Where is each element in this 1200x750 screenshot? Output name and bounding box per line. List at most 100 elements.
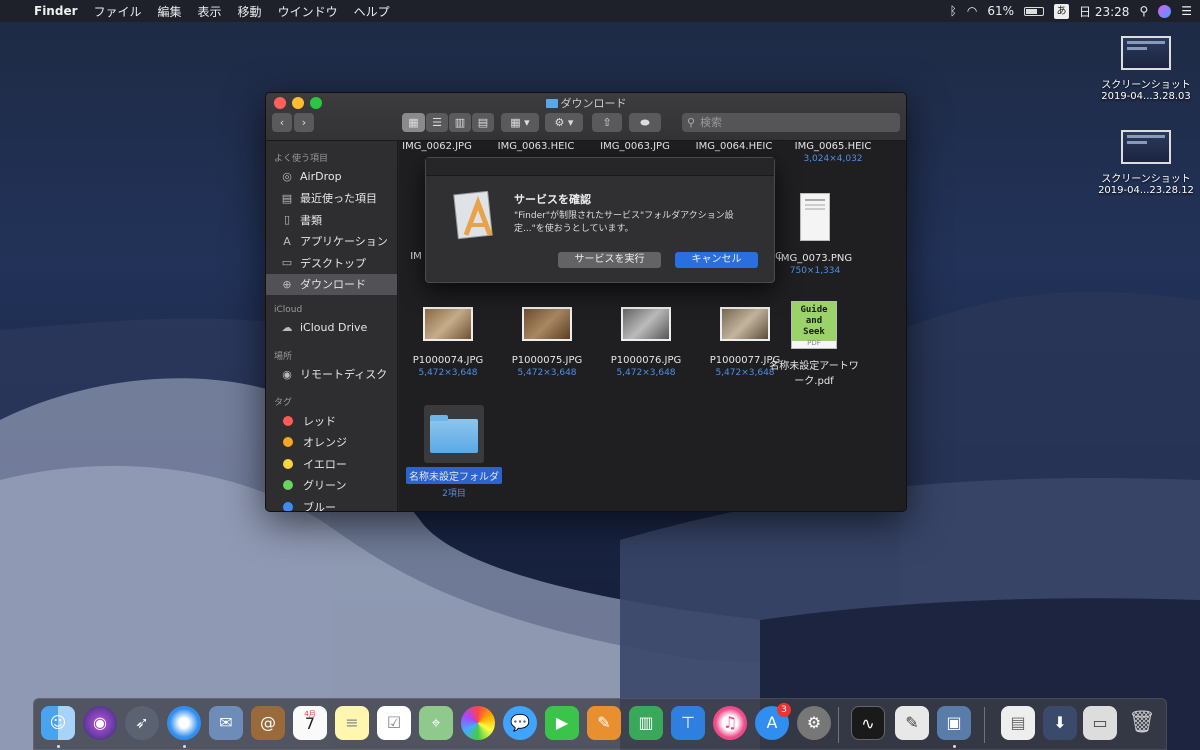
file-item[interactable]: Guide and Seek PDF 名称未設定アートワ ーク.pdf xyxy=(764,301,864,387)
menu-file[interactable]: ファイル xyxy=(86,3,150,20)
search-placeholder: 検索 xyxy=(700,116,722,129)
sidebar-item-label: イエロー xyxy=(303,457,347,471)
battery-percent[interactable]: 61% xyxy=(987,4,1014,18)
screenshot-stack-icon[interactable]: ▭ xyxy=(1083,706,1117,740)
sidebar-item-airdrop[interactable]: ◎ AirDrop xyxy=(266,166,397,188)
document-icon: ▯ xyxy=(283,213,291,227)
run-service-button[interactable]: サービスを実行 xyxy=(558,252,661,268)
folder-item-count: 2項目 xyxy=(442,489,466,499)
numbers-icon[interactable]: ▥ xyxy=(629,706,663,740)
notes-icon[interactable]: ≡ xyxy=(335,706,369,740)
sidebar-tag-green[interactable]: グリーン xyxy=(266,475,397,497)
sidebar-item-applications[interactable]: A アプリケーション xyxy=(266,231,397,253)
itunes-icon[interactable]: ♫ xyxy=(713,706,747,740)
forward-button[interactable]: › xyxy=(294,113,314,132)
siri-icon[interactable] xyxy=(1158,4,1172,18)
file-item[interactable]: P1000074.JPG 5,472×3,648 xyxy=(398,307,498,378)
file-dimensions: 5,472×3,648 xyxy=(517,368,577,378)
dialog-titlebar xyxy=(426,158,774,176)
clock[interactable]: 日 23:28 xyxy=(1079,3,1129,20)
sidebar-item-label: リモートディスク xyxy=(300,368,388,382)
sidebar-tag-red[interactable]: レッド xyxy=(266,410,397,432)
maps-icon[interactable]: ⌖ xyxy=(419,706,453,740)
sidebar-tag-yellow[interactable]: イエロー xyxy=(266,453,397,475)
activity-monitor-icon[interactable]: ∿ xyxy=(851,706,885,740)
menu-edit[interactable]: 編集 xyxy=(150,3,190,20)
menu-go[interactable]: 移動 xyxy=(230,3,270,20)
back-button[interactable]: ‹ xyxy=(272,113,292,132)
file-item[interactable]: IMG_0073.PNG 750×1,334 xyxy=(765,193,865,276)
photo-thumbnail xyxy=(423,307,473,341)
group-by-button[interactable]: ▦ ▾ xyxy=(501,113,539,132)
menu-help[interactable]: ヘルプ xyxy=(346,3,398,20)
messages-icon[interactable]: 💬 xyxy=(503,706,537,740)
sidebar-item-label: ダウンロード xyxy=(300,278,366,292)
keynote-icon[interactable]: ⊤ xyxy=(671,706,705,740)
desktop-screenshot-file[interactable]: スクリーンショット 2019-04...3.28.03 xyxy=(1086,36,1200,102)
menu-bar: Finder ファイル 編集 表示 移動 ウインドウ ヘルプ ᛒ ◠ 61% あ… xyxy=(0,0,1200,22)
bluetooth-icon[interactable]: ᛒ xyxy=(950,4,957,18)
file-item[interactable]: IMG_0062.JPG xyxy=(387,141,487,152)
siri-app-icon[interactable]: ◉ xyxy=(83,706,117,740)
window-title-text: ダウンロード xyxy=(560,97,627,110)
gallery-view-button[interactable]: ▤ xyxy=(472,113,494,132)
battery-level-fill xyxy=(1026,8,1037,14)
dock: ☺ ◉ ➶ ⊘ ✉ @ 4月 7 ≡ ☑ ⌖ 💬 ▶ ✎ ▥ ⊤ ♫ A 3 ⚙… xyxy=(33,698,1167,750)
mail-icon[interactable]: ✉ xyxy=(209,706,243,740)
desktop-icon-sublabel: 2019-04...23.28.12 xyxy=(1098,185,1194,196)
reminders-icon[interactable]: ☑ xyxy=(377,706,411,740)
sidebar-item-label: デスクトップ xyxy=(300,256,366,270)
recents-icon: ▤ xyxy=(281,191,293,205)
wifi-icon[interactable]: ◠ xyxy=(967,4,977,18)
sidebar-item-label: グリーン xyxy=(303,479,347,493)
pages-icon[interactable]: ✎ xyxy=(587,706,621,740)
desktop-icon-label: スクリーンショット xyxy=(1101,80,1191,91)
icon-view-button[interactable]: ▦ xyxy=(402,113,425,132)
sidebar-item-remote-disc[interactable]: ◉ リモートディスク xyxy=(266,364,397,386)
desktop-screenshot-file[interactable]: スクリーンショット 2019-04...23.28.12 xyxy=(1086,130,1200,196)
downloads-icon: ⊕ xyxy=(282,277,292,291)
file-item[interactable]: IMG_0063.HEIC xyxy=(486,141,586,152)
document-stack-icon[interactable]: ▤ xyxy=(1001,706,1035,740)
airdrop-icon: ◎ xyxy=(282,170,292,184)
sidebar-item-icloud-drive[interactable]: ☁ iCloud Drive xyxy=(266,317,397,339)
battery-icon[interactable] xyxy=(1024,6,1045,16)
system-preferences-icon[interactable]: ⚙ xyxy=(797,706,831,740)
downloads-stack-icon[interactable]: ⬇ xyxy=(1043,706,1077,740)
file-item[interactable]: IMG_0064.HEIC xyxy=(684,141,784,152)
file-item[interactable]: IMG_0065.HEIC 3,024×4,032 xyxy=(783,141,883,164)
menu-window[interactable]: ウインドウ xyxy=(270,3,346,20)
trash-icon[interactable]: 🗑 xyxy=(1125,706,1159,740)
menu-app-finder[interactable]: Finder xyxy=(26,4,86,18)
notification-center-icon[interactable]: ☰ xyxy=(1181,4,1192,18)
search-input[interactable]: ⚲ 検索 xyxy=(682,113,900,132)
sidebar-item-recents[interactable]: ▤ 最近使った項目 xyxy=(266,188,397,210)
launchpad-icon[interactable]: ➶ xyxy=(125,706,159,740)
sidebar-item-documents[interactable]: ▯ 書類 xyxy=(266,209,397,231)
list-view-button[interactable]: ☰ xyxy=(426,113,448,132)
menu-view[interactable]: 表示 xyxy=(190,3,230,20)
column-view-button[interactable]: ▥ xyxy=(449,113,471,132)
calendar-icon[interactable]: 4月 7 xyxy=(293,706,327,740)
action-gear-button[interactable]: ⚙ ▾ xyxy=(545,113,583,132)
folder-name: 名称未設定フォルダ xyxy=(406,467,502,484)
spotlight-search-icon[interactable]: ⚲ xyxy=(1139,4,1148,18)
file-item[interactable]: IMG_0063.JPG xyxy=(585,141,685,152)
finder-icon[interactable]: ☺ xyxy=(41,706,75,740)
sidebar-tag-blue[interactable]: ブルー xyxy=(266,496,397,511)
share-button[interactable]: ⇧ xyxy=(592,113,622,132)
facetime-icon[interactable]: ▶ xyxy=(545,706,579,740)
input-method-icon[interactable]: あ xyxy=(1054,3,1070,19)
file-item[interactable]: P1000076.JPG 5,472×3,648 xyxy=(596,307,696,378)
contacts-icon[interactable]: @ xyxy=(251,706,285,740)
photos-icon[interactable] xyxy=(461,706,495,740)
file-item[interactable]: P1000075.JPG 5,472×3,648 xyxy=(497,307,597,378)
folder-item[interactable]: 名称未設定フォルダ 2項目 xyxy=(404,405,504,499)
preview-icon[interactable]: ▣ xyxy=(937,706,971,740)
script-editor-dock-icon[interactable]: ✎ xyxy=(895,706,929,740)
cancel-button[interactable]: キャンセル xyxy=(675,252,758,268)
tags-button[interactable]: ⬬ xyxy=(629,113,661,132)
sidebar-tag-orange[interactable]: オレンジ xyxy=(266,432,397,454)
sidebar-item-downloads[interactable]: ⊕ ダウンロード xyxy=(266,273,397,295)
safari-icon[interactable]: ⊘ xyxy=(167,706,201,740)
